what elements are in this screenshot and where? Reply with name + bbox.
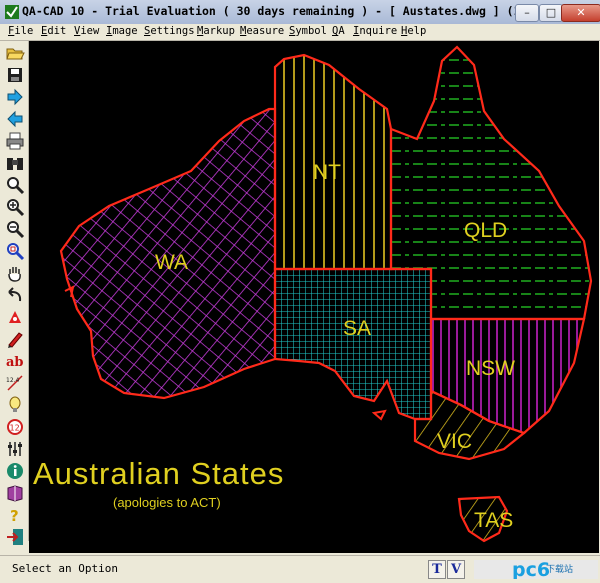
menu-help[interactable]: Help bbox=[401, 25, 426, 37]
state-sa bbox=[273, 267, 433, 421]
close-button[interactable]: ✕ bbox=[561, 4, 600, 22]
status-watermark: pc6 下载站 bbox=[474, 560, 598, 579]
label-nt: NT bbox=[313, 161, 341, 184]
menu-image[interactable]: Image bbox=[106, 25, 138, 37]
markup-icon bbox=[9, 311, 21, 323]
text-ab-icon: ab bbox=[6, 355, 24, 370]
menu-settings[interactable]: Settings bbox=[144, 25, 195, 37]
label-sa: SA bbox=[343, 317, 371, 340]
info-button[interactable] bbox=[5, 461, 25, 481]
left-toolbar: ab 12.4 12 ? bbox=[0, 41, 29, 545]
title-bar: QA-CAD 10 - Trial Evaluation ( 30 days r… bbox=[0, 0, 600, 25]
app-logo-icon bbox=[5, 5, 19, 19]
revision-cloud-icon: 12 bbox=[7, 419, 23, 435]
exit-icon bbox=[7, 529, 23, 545]
label-vic: VIC bbox=[437, 430, 472, 453]
zoom-icon bbox=[7, 177, 25, 195]
label-qld: QLD bbox=[464, 219, 507, 242]
markup-button[interactable] bbox=[5, 307, 25, 327]
minimize-icon: – bbox=[524, 6, 530, 19]
dimension-button[interactable]: 12.4 bbox=[5, 373, 25, 393]
zoom-window-icon bbox=[7, 243, 25, 261]
arrow-left-icon bbox=[7, 110, 23, 128]
menu-inquire[interactable]: Inquire bbox=[353, 25, 397, 37]
save-disk-icon bbox=[8, 68, 22, 82]
menu-view[interactable]: View bbox=[74, 25, 99, 37]
dimension-ruler-icon: 12.4 bbox=[6, 375, 23, 391]
open-button[interactable] bbox=[5, 43, 25, 63]
zoom-out-icon bbox=[7, 221, 25, 239]
bulb-button[interactable] bbox=[5, 395, 25, 415]
info-icon bbox=[7, 463, 23, 479]
status-bar: Select an Option T V pc6 下载站 bbox=[0, 555, 600, 583]
book-icon bbox=[7, 485, 23, 502]
revision-cloud-button[interactable]: 12 bbox=[5, 417, 25, 437]
maximize-button[interactable]: □ bbox=[539, 4, 563, 22]
menu-markup[interactable]: Markup bbox=[197, 25, 235, 37]
bulb-icon bbox=[9, 396, 21, 412]
layers-button[interactable] bbox=[5, 439, 25, 459]
back-button[interactable] bbox=[5, 109, 25, 129]
pan-button[interactable] bbox=[5, 263, 25, 283]
zoom-out-button[interactable] bbox=[5, 219, 25, 239]
menu-qa[interactable]: QA bbox=[332, 25, 345, 37]
pencil-icon bbox=[8, 332, 23, 348]
find-button[interactable] bbox=[5, 153, 25, 173]
save-button[interactable] bbox=[5, 65, 25, 85]
map-title: Australian States bbox=[33, 456, 284, 491]
zoom-in-button[interactable] bbox=[5, 197, 25, 217]
dimension-label: 12.4 bbox=[6, 377, 20, 384]
window-title: QA-CAD 10 - Trial Evaluation ( 30 days r… bbox=[22, 4, 542, 18]
cloud-label: 12 bbox=[10, 424, 20, 433]
watermark-brand: pc6 bbox=[512, 560, 550, 579]
australia-map: WA NT QLD SA NSW VIC TAS Australian Stat… bbox=[33, 45, 593, 543]
zoom-button[interactable] bbox=[5, 175, 25, 195]
book-button[interactable] bbox=[5, 483, 25, 503]
print-icon bbox=[6, 132, 24, 150]
forward-button[interactable] bbox=[5, 87, 25, 107]
undo-icon bbox=[8, 287, 22, 302]
menu-file[interactable]: File bbox=[8, 25, 33, 37]
svg-text:?: ? bbox=[10, 507, 19, 525]
pencil-button[interactable] bbox=[5, 329, 25, 349]
text-style-button[interactable]: T bbox=[428, 560, 446, 579]
status-text: Select an Option bbox=[12, 562, 118, 575]
menu-bar: File Edit View Image Settings Markup Mea… bbox=[0, 24, 600, 41]
close-icon: ✕ bbox=[576, 6, 586, 19]
open-folder-icon bbox=[6, 48, 25, 60]
label-nsw: NSW bbox=[466, 357, 515, 380]
layers-icon bbox=[8, 442, 22, 456]
label-wa: WA bbox=[155, 251, 188, 274]
label-tas: TAS bbox=[474, 509, 513, 532]
text-button[interactable]: ab bbox=[5, 351, 25, 371]
pan-hand-icon bbox=[8, 267, 21, 282]
menu-edit[interactable]: Edit bbox=[41, 25, 66, 37]
undo-button[interactable] bbox=[5, 285, 25, 305]
print-button[interactable] bbox=[5, 131, 25, 151]
minimize-button[interactable]: – bbox=[515, 4, 539, 22]
menu-measure[interactable]: Measure bbox=[240, 25, 284, 37]
app-window: QA-CAD 10 - Trial Evaluation ( 30 days r… bbox=[0, 0, 600, 583]
drawing-canvas[interactable]: WA NT QLD SA NSW VIC TAS Australian Stat… bbox=[29, 41, 599, 553]
text-tool-label: ab bbox=[6, 355, 24, 370]
arrow-right-icon bbox=[7, 88, 23, 106]
help-button[interactable]: ? bbox=[5, 505, 25, 525]
zoom-window-button[interactable] bbox=[5, 241, 25, 261]
menu-symbol[interactable]: Symbol bbox=[289, 25, 327, 37]
maximize-icon: □ bbox=[545, 6, 557, 19]
map-subtitle: (apologies to ACT) bbox=[113, 495, 221, 510]
help-icon: ? bbox=[10, 507, 19, 525]
binoculars-icon bbox=[7, 158, 23, 170]
exit-button[interactable] bbox=[5, 527, 25, 547]
zoom-in-icon bbox=[7, 199, 25, 217]
watermark-caption: 下载站 bbox=[546, 563, 573, 575]
